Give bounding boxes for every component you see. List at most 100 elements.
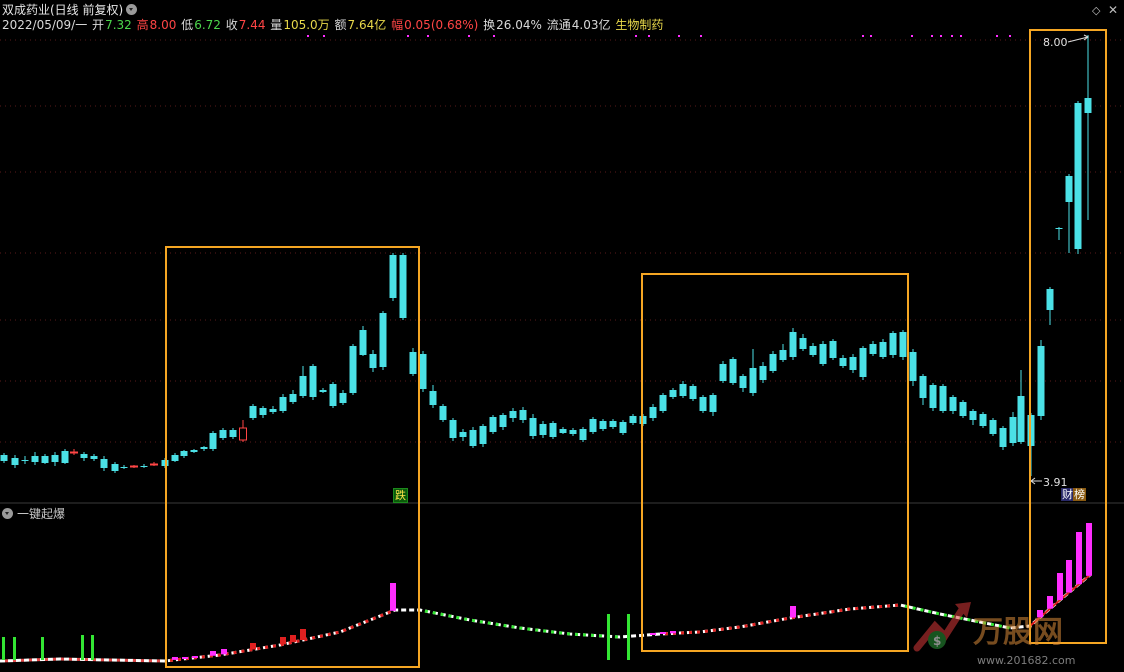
candle	[969, 409, 977, 425]
candle	[150, 462, 158, 466]
candle-body	[509, 411, 517, 418]
histogram-bar	[91, 635, 94, 660]
candle-body	[1009, 417, 1017, 443]
indicator-segment-green	[419, 608, 621, 639]
histogram-bar	[13, 637, 16, 660]
indicator-header: 一键起爆	[2, 505, 65, 522]
signal-dot	[678, 35, 680, 37]
candle-body	[929, 385, 937, 408]
candle-body	[140, 466, 148, 467]
chevron-down-icon[interactable]	[2, 508, 13, 519]
signal-dot	[951, 35, 953, 37]
candle	[100, 456, 108, 471]
candle	[919, 374, 927, 405]
candle	[61, 449, 69, 464]
candle	[130, 465, 138, 468]
candle	[80, 452, 88, 461]
candle	[90, 454, 98, 461]
candle-body	[111, 464, 119, 471]
candle-body	[949, 397, 957, 411]
candle-body	[449, 420, 457, 438]
candle	[449, 418, 457, 441]
candle	[489, 415, 497, 434]
candle	[41, 454, 49, 464]
candle	[929, 383, 937, 411]
candle	[469, 427, 477, 448]
candle	[111, 462, 119, 473]
candle	[1017, 370, 1025, 444]
histogram-bar	[2, 637, 5, 660]
candle	[569, 428, 577, 436]
candle-body	[51, 455, 59, 462]
candle	[989, 418, 997, 436]
candle	[140, 464, 148, 468]
candle	[539, 421, 547, 438]
signal-dot	[931, 35, 933, 37]
candle-body	[619, 422, 627, 433]
candle	[579, 427, 587, 442]
candle	[619, 420, 627, 435]
signal-dot	[700, 35, 702, 37]
candle	[499, 413, 507, 430]
candle-body	[469, 430, 477, 446]
highlight-box-3	[1029, 29, 1107, 644]
candle-body	[519, 410, 527, 420]
candle-body	[499, 415, 507, 427]
candle	[31, 452, 39, 465]
candle	[479, 424, 487, 447]
candle-body	[549, 423, 557, 437]
indicator-name: 一键起爆	[17, 507, 66, 521]
candle	[549, 421, 557, 439]
signal-dot	[1009, 35, 1011, 37]
watermark-brand: 万股网	[973, 615, 1063, 650]
candle-body	[419, 354, 427, 389]
candle	[21, 456, 29, 464]
signal-dots	[307, 35, 1011, 37]
candle	[589, 417, 597, 434]
candle-body	[11, 458, 19, 465]
histogram-bar	[81, 635, 84, 660]
candle	[70, 449, 78, 455]
candle	[529, 414, 537, 439]
highlight-box-1	[165, 246, 420, 668]
histogram-bar	[627, 614, 630, 660]
candle-body	[599, 421, 607, 429]
candle	[909, 349, 917, 386]
candle-body	[100, 459, 108, 468]
candle-body	[999, 428, 1007, 447]
histogram-bar	[41, 637, 44, 660]
candle	[439, 404, 447, 422]
candle-body	[579, 429, 587, 440]
candle	[11, 455, 19, 468]
candle	[51, 452, 59, 466]
candle	[979, 412, 987, 428]
candle-body	[939, 386, 947, 411]
candle-body	[21, 460, 29, 461]
candle-body	[969, 411, 977, 420]
candle-body	[979, 414, 987, 426]
highlight-box-2	[641, 273, 909, 652]
candle	[609, 419, 617, 429]
candle	[999, 426, 1007, 450]
candle	[519, 407, 527, 423]
candle-body	[439, 406, 447, 420]
candle	[1009, 412, 1017, 446]
candle	[419, 351, 427, 392]
candle-body	[31, 456, 39, 462]
candle-body	[919, 376, 927, 398]
candle	[559, 427, 567, 434]
candle	[459, 429, 467, 441]
candle-body	[489, 417, 497, 432]
candle-body	[539, 424, 547, 435]
candle-body	[479, 426, 487, 444]
candle-body	[90, 456, 98, 459]
candle-body	[459, 432, 467, 437]
candle-body	[959, 402, 967, 416]
candle-body	[41, 456, 49, 463]
candle-body	[61, 451, 69, 463]
candle	[429, 385, 437, 408]
candle-body	[529, 418, 537, 436]
candle-body	[629, 416, 637, 423]
candle-body	[589, 419, 597, 432]
candle-body	[559, 429, 567, 433]
